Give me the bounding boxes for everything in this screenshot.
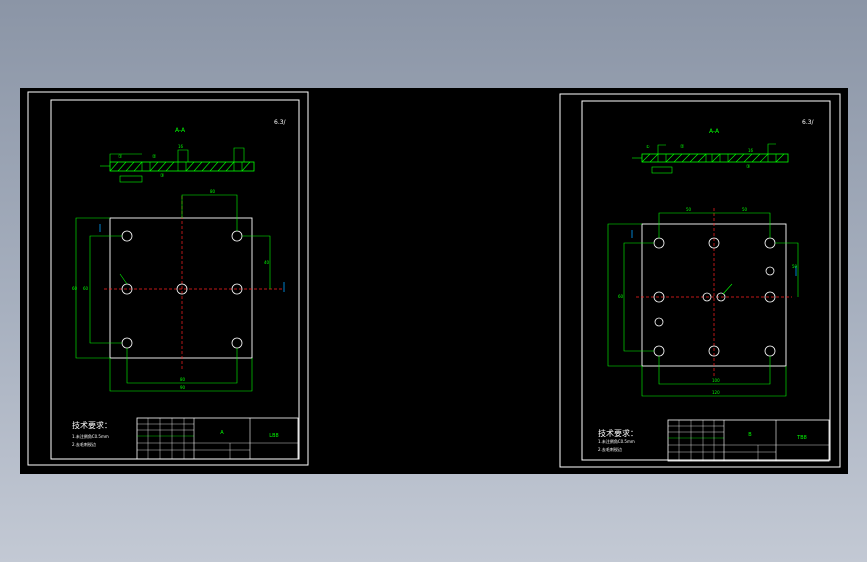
left-inner-frame (50, 99, 300, 460)
right-tech-title: 技术要求： (598, 428, 638, 438)
right-hole (764, 237, 776, 249)
left-dim-right: 40 (264, 260, 270, 265)
right-tech-line2: 2.去毛刺锐边 (598, 446, 622, 452)
right-dim-bottom-inner: 100 (712, 378, 720, 383)
right-drawing-no: TB8 (796, 435, 807, 441)
left-hole (121, 337, 133, 349)
right-tag-3: ③ (746, 164, 750, 170)
left-dim-left-inner: 60 (83, 286, 89, 291)
right-hole (765, 266, 775, 276)
right-dim-left: 60 (618, 294, 624, 299)
left-section-view: ① ② ③ 16 (100, 144, 255, 183)
left-sheet: A-A 6.3/ ① ② ③ 16 80 60 60 40 80 90 技术要求… (27, 91, 309, 466)
right-title-block: B TB8 (667, 419, 830, 462)
left-title-block: A LB8 (136, 417, 299, 460)
right-hole (654, 317, 664, 327)
right-section-view: ① ② ③ 16 (632, 143, 789, 174)
left-part-name: A (220, 430, 224, 436)
left-plan-view: 80 60 60 40 80 90 (72, 189, 285, 392)
left-roughness-mark: 6.3/ (274, 119, 287, 126)
left-dim-left-outer: 60 (72, 286, 78, 291)
right-dim-right: 50 (792, 264, 798, 269)
left-tag-1: ① (118, 154, 123, 160)
right-hole (653, 345, 665, 357)
left-tag-4: 16 (178, 144, 184, 149)
right-view-label: A-A (709, 128, 720, 135)
right-part-name: B (748, 432, 752, 438)
right-hole (653, 237, 665, 249)
right-plan-view: 50 50 50 60 100 120 (607, 207, 799, 397)
right-roughness-mark: 6.3/ (802, 119, 815, 126)
right-tech-line1: 1.未注倒角C0.5mm (598, 438, 635, 444)
left-hole (231, 230, 243, 242)
right-dim-top-a: 50 (686, 207, 692, 212)
right-tag-1: ① (646, 144, 650, 149)
cad-drawing-canvas: A-A 6.3/ ① ② ③ 16 80 60 60 40 80 90 技术要求… (20, 88, 848, 474)
left-tag-2: ② (152, 154, 157, 160)
right-hole (764, 345, 776, 357)
left-drawing-no: LB8 (269, 433, 278, 439)
right-tag-4: 16 (748, 148, 754, 153)
left-tag-3: ③ (160, 173, 164, 179)
drawing-sheets: A-A 6.3/ ① ② ③ 16 80 60 60 40 80 90 技术要求… (27, 91, 841, 468)
left-hole (121, 230, 133, 242)
left-hole (231, 337, 243, 349)
right-dim-bottom-outer: 120 (712, 390, 720, 395)
left-dim-bottom-inner: 80 (180, 377, 186, 382)
left-dim-top: 80 (210, 189, 216, 194)
right-dim-top-b: 50 (742, 207, 748, 212)
left-outer-frame (27, 91, 309, 466)
left-tech-line2: 2.去毛刺锐边 (72, 441, 96, 447)
left-view-label: A-A (175, 127, 186, 134)
left-tech-title: 技术要求： (72, 420, 112, 430)
right-tag-2: ② (680, 144, 685, 150)
left-dim-bottom-outer: 90 (180, 385, 186, 390)
right-sheet: A-A 6.3/ ① ② ③ 16 50 50 50 60 100 120 技术… (559, 93, 841, 468)
left-tech-line1: 1.未注倒角C0.5mm (72, 433, 109, 439)
